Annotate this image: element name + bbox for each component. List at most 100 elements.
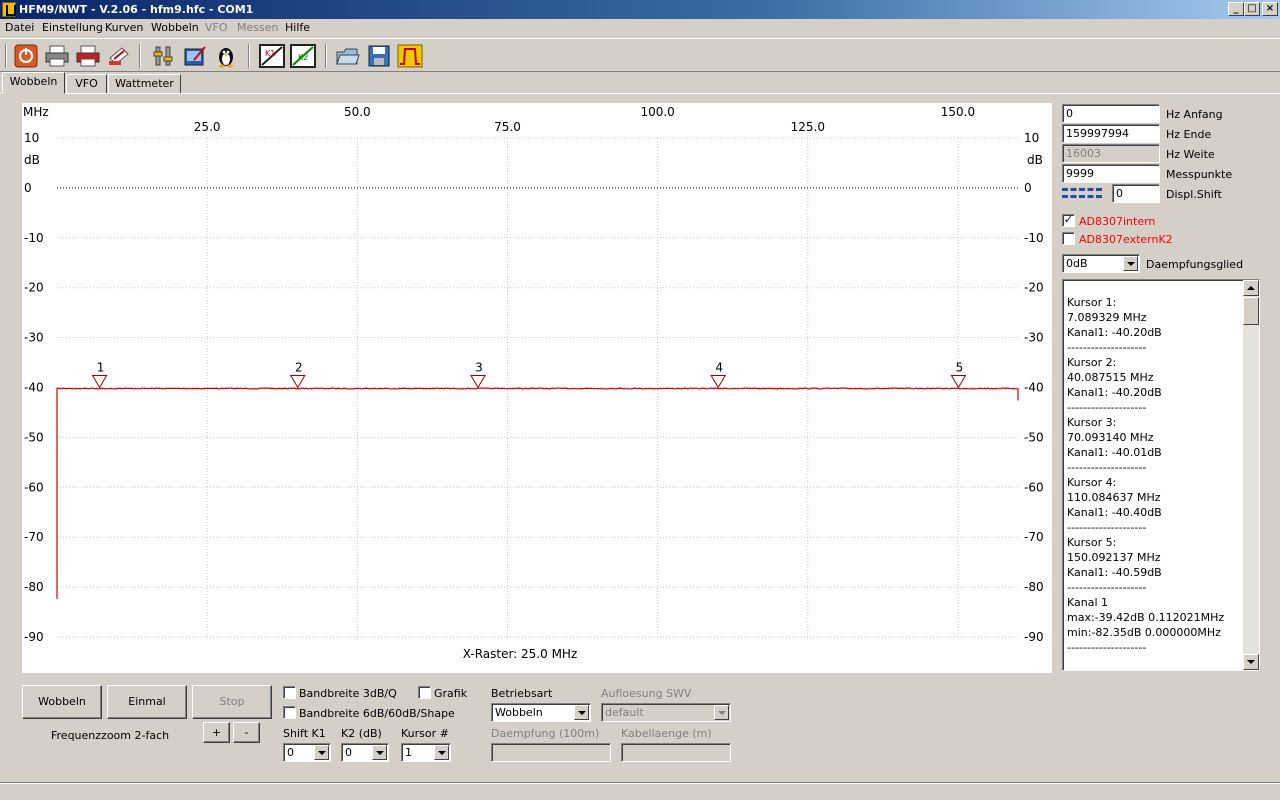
cursor-info-line: 150.092137 MHz	[1067, 551, 1161, 564]
menu-vfo[interactable]: VFO	[205, 21, 228, 34]
daempfungsglied-label: Daempfungsglied	[1146, 258, 1244, 271]
title-bar[interactable]: HFM9/NWT - V.2.06 - hfm9.hfc - COM1 _ □ …	[0, 0, 1280, 19]
chevron-down-icon[interactable]	[1123, 256, 1138, 271]
cursor-markers: 1 2 3 4 5	[91, 360, 967, 389]
y-unit-label-right: dB	[1027, 153, 1043, 167]
y-tick-label-left: -10	[24, 231, 44, 245]
sweep-plot[interactable]: MHz dB dB X-Raster: 25.0 MHz 10 10 0 0 -10 -1…	[22, 103, 1052, 673]
tab-vfo[interactable]: VFO	[66, 74, 107, 94]
y-tick-label-right: -20	[1024, 281, 1044, 295]
messpunkte-label: Messpunkte	[1166, 168, 1233, 181]
cursor-info-list[interactable]: Kursor 1: 7.089329 MHz Kanal1: -40.20dB ---…	[1062, 279, 1260, 671]
ad8307intern-label: AD8307intern	[1079, 215, 1156, 228]
y-tick-label-left: -50	[24, 430, 44, 444]
stop-button[interactable]: Stop	[192, 685, 272, 719]
toolbar-separator	[139, 44, 141, 68]
grafik-checkbox[interactable]	[418, 686, 431, 699]
maximize-button[interactable]: □	[1244, 2, 1260, 16]
y-tick-label-right: -70	[1024, 530, 1044, 544]
shift-k1-label: Shift K1	[283, 727, 326, 740]
cursor-info-line: Kursor 3:	[1067, 416, 1117, 429]
menu-datei[interactable]: Datei	[5, 21, 34, 34]
hz-ende-input[interactable]: 159997994	[1062, 124, 1160, 143]
cursor-info-line: Kursor 4:	[1067, 476, 1117, 489]
kursor-select[interactable]: 1	[401, 743, 451, 762]
k2-db-select[interactable]: 0	[341, 743, 389, 762]
frequenzzoom-label: Frequenzzoom 2-fach	[51, 729, 170, 742]
menu-hilfe[interactable]: Hilfe	[285, 21, 310, 34]
open-folder-icon[interactable]	[335, 44, 361, 68]
hz-anfang-input[interactable]: 0	[1062, 104, 1160, 123]
status-bar	[0, 782, 1280, 800]
zoom-plus-button[interactable]: +	[203, 722, 230, 743]
menu-messen[interactable]: Messen	[237, 21, 278, 34]
einmal-button[interactable]: Einmal	[107, 685, 187, 719]
hz-weite-input[interactable]: 16003	[1062, 144, 1160, 163]
chevron-down-icon[interactable]	[574, 705, 589, 720]
cursor-info-line: 110.084637 MHz	[1067, 491, 1161, 504]
x-tick-label-bottom: 125.0	[791, 120, 825, 134]
kabellaenge-input[interactable]	[621, 743, 731, 762]
print-preview-icon[interactable]	[106, 44, 132, 68]
scroll-thumb[interactable]	[1243, 297, 1259, 325]
app-icon	[2, 2, 16, 17]
save-disk-icon[interactable]	[366, 44, 392, 68]
sweep-chart[interactable]: MHz dB dB X-Raster: 25.0 MHz 10 10 0 0 -10 -1…	[22, 103, 1052, 673]
cursor-info-line: --------------------	[1067, 401, 1147, 414]
shift-k1-select[interactable]: 0	[283, 743, 331, 762]
printer-icon[interactable]	[44, 44, 70, 68]
tab-wobbeln[interactable]: Wobbeln	[2, 72, 65, 94]
menu-einstellung[interactable]: Einstellung	[42, 21, 103, 34]
daempfungsglied-select[interactable]: 0dB	[1062, 254, 1140, 273]
cursor-info-line: 7.089329 MHz	[1067, 311, 1147, 324]
minimize-button[interactable]: _	[1228, 2, 1244, 16]
y-tick-label-left: -90	[24, 630, 44, 644]
toolbar-separator	[5, 44, 7, 68]
ad8307externk2-checkbox[interactable]	[1062, 232, 1075, 245]
k2-db-label: K2 (dB)	[341, 727, 382, 740]
cursor-marker	[950, 374, 967, 389]
kursor-value: 1	[405, 746, 412, 759]
menu-kurven[interactable]: Kurven	[105, 21, 143, 34]
bandbreite-6db-checkbox[interactable]	[283, 706, 296, 719]
chevron-down-icon[interactable]	[372, 745, 387, 760]
messpunkte-input[interactable]: 9999	[1062, 164, 1160, 183]
displ-shift-input[interactable]: 0	[1112, 184, 1160, 203]
vertical-scrollbar[interactable]	[1243, 280, 1259, 670]
wobbeln-button[interactable]: Wobbeln	[22, 685, 102, 719]
filter-curve-icon[interactable]	[397, 44, 423, 68]
print-color-icon[interactable]	[75, 44, 101, 68]
edit-calibrate-icon[interactable]	[182, 44, 208, 68]
linux-penguin-icon[interactable]	[213, 44, 239, 68]
y-tick-label-right: -60	[1024, 480, 1044, 494]
scroll-up-icon[interactable]	[1243, 280, 1259, 296]
grafik-label: Grafik	[434, 687, 468, 700]
k1-curve-icon[interactable]: K1	[259, 44, 285, 68]
chevron-down-icon[interactable]	[714, 705, 729, 720]
daempfung-100m-input[interactable]	[491, 743, 611, 762]
power-icon[interactable]	[13, 44, 39, 68]
cursor-info-line: --------------------	[1067, 641, 1147, 654]
aufloesung-swv-select[interactable]: default	[601, 703, 731, 722]
scroll-down-icon[interactable]	[1243, 654, 1259, 670]
chevron-down-icon[interactable]	[434, 745, 449, 760]
y-tick-label-right: 0	[1024, 181, 1032, 195]
chevron-down-icon[interactable]	[314, 745, 329, 760]
bandbreite-3db-checkbox[interactable]	[283, 686, 296, 699]
shift-k1-value: 0	[287, 746, 294, 759]
kursor-label: Kursor #	[401, 727, 449, 740]
plot-axis-labels: MHz dB dB X-Raster: 25.0 MHz 10 10 0 0 -10 -1…	[23, 105, 1044, 661]
cursor-info-line: --------------------	[1067, 461, 1147, 474]
zoom-minus-button[interactable]: -	[233, 722, 260, 743]
betriebsart-select[interactable]: Wobbeln	[491, 703, 591, 722]
svg-text:K2: K2	[298, 53, 308, 62]
menu-wobbeln[interactable]: Wobbeln	[151, 21, 199, 34]
cursor-marker	[289, 374, 306, 389]
displ-shift-line-icon	[1062, 188, 1102, 198]
k2-curve-icon[interactable]: K2	[290, 44, 316, 68]
close-button[interactable]: ×	[1262, 2, 1278, 16]
daempfungsglied-value: 0dB	[1066, 257, 1088, 270]
settings-tools-icon[interactable]	[151, 44, 177, 68]
ad8307intern-checkbox[interactable]: ✓	[1062, 214, 1075, 227]
tab-wattmeter[interactable]: Wattmeter	[108, 74, 181, 94]
